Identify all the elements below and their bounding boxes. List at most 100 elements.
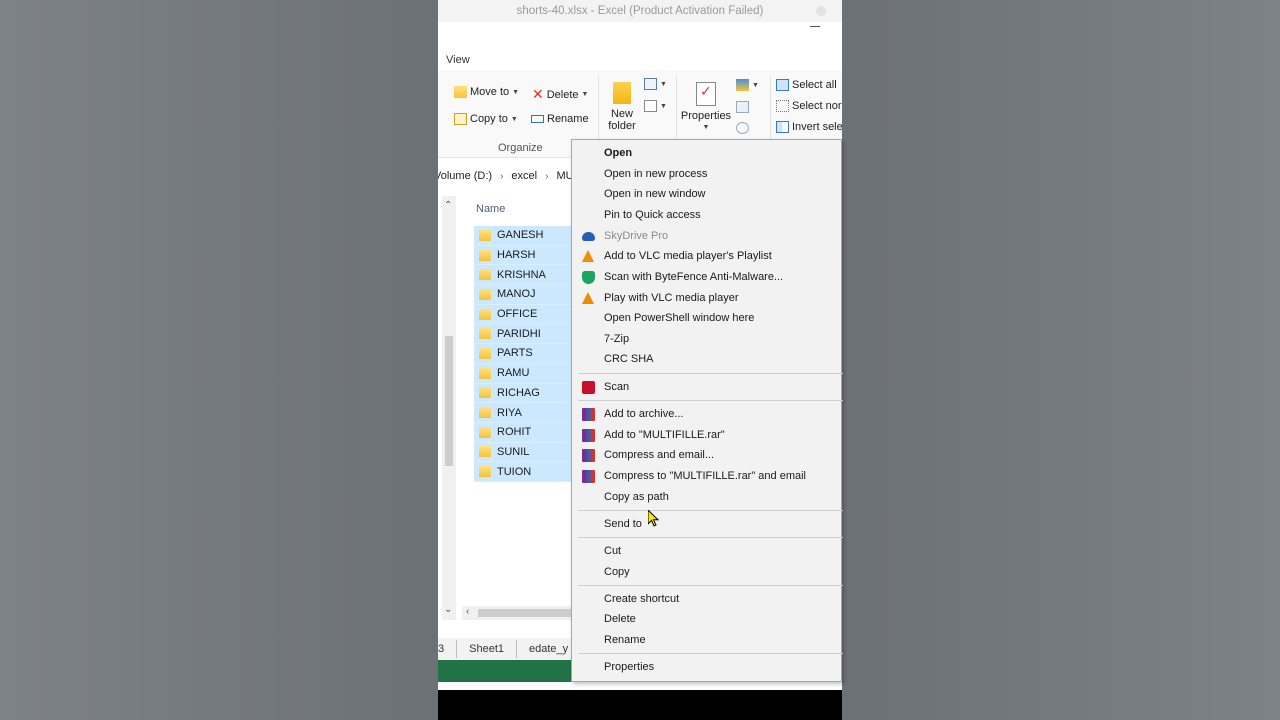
folder-icon (479, 288, 491, 300)
delete-label: Delete (546, 88, 579, 101)
vertical-scrollbar[interactable]: ⌃ ⌄ (442, 196, 456, 620)
window-control-icon[interactable] (816, 6, 826, 16)
menu-item-open[interactable]: Open (572, 143, 843, 163)
menu-item-scan[interactable]: Scan (572, 377, 843, 397)
move-to-button[interactable]: Move to ▼ (454, 86, 519, 98)
chevron-down-icon: ▼ (660, 80, 667, 88)
chevron-down-icon: ▼ (752, 81, 759, 89)
rename-button[interactable]: Rename (531, 113, 589, 125)
letterbox-bar (438, 690, 842, 720)
breadcrumb-volume[interactable]: Volume (D:) (438, 170, 492, 182)
history-icon (736, 122, 749, 134)
menu-item-create-shortcut[interactable]: Create shortcut (572, 589, 843, 609)
shield-icon (582, 271, 595, 284)
select-all-button[interactable]: Select all (776, 79, 837, 91)
folder-name: GANESH (497, 229, 544, 242)
vlc-icon (582, 292, 595, 305)
new-folder-label-2: folder (608, 120, 636, 132)
folder-icon (479, 308, 491, 320)
history-button[interactable] (736, 122, 749, 134)
folder-name: PARIDHI (497, 327, 541, 340)
folder-name: TUION (497, 465, 532, 478)
winrar-icon (582, 429, 595, 442)
select-none-button[interactable]: Select nor (776, 100, 842, 112)
new-item-button[interactable]: ▼ (644, 78, 667, 90)
menu-item-open-new-window[interactable]: Open in new window (572, 184, 843, 204)
folder-name: SUNIL (497, 445, 530, 458)
menu-separator (578, 585, 843, 586)
chevron-down-icon: ▼ (512, 88, 520, 96)
new-folder-button[interactable]: New folder (606, 82, 638, 132)
menu-item-7zip[interactable]: 7-Zip (572, 329, 843, 349)
delete-icon: ✕ (532, 86, 544, 102)
copy-to-label: Copy to (470, 113, 508, 125)
skydrive-label: SkyDrive Pro (604, 230, 669, 242)
breadcrumb-excel[interactable]: excel (511, 170, 537, 182)
folder-name: KRISHNA (497, 268, 546, 281)
folder-icon (479, 466, 491, 478)
scrollbar-thumb[interactable] (445, 336, 453, 466)
folder-icon (479, 229, 491, 241)
menu-item-properties[interactable]: Properties (572, 657, 843, 677)
menu-item-skydrive-pro: SkyDrive Pro (572, 226, 843, 246)
invert-selection-button[interactable]: Invert sele (776, 121, 842, 133)
scan-bytefence-label: Scan with ByteFence Anti-Malware... (604, 271, 784, 283)
menu-item-send-to[interactable]: Send to (572, 514, 843, 534)
properties-button[interactable]: Properties ▼ (680, 82, 732, 134)
folder-icon (613, 82, 631, 104)
menu-item-rename[interactable]: Rename (572, 630, 843, 650)
properties-label: Properties (680, 110, 732, 122)
winrar-icon (582, 470, 595, 483)
select-none-label: Select nor (792, 100, 842, 112)
menu-item-compress-email[interactable]: Compress and email... (572, 445, 843, 465)
chevron-right-icon[interactable]: › (545, 171, 548, 182)
chevron-down-icon: ▼ (581, 91, 589, 98)
move-to-label: Move to (470, 86, 510, 98)
menu-item-copy-as-path[interactable]: Copy as path (572, 487, 843, 507)
menu-item-add-vlc-playlist[interactable]: Add to VLC media player's Playlist (572, 246, 843, 266)
background-right (842, 0, 1280, 720)
scroll-left-icon[interactable]: ‹ (466, 606, 469, 617)
folder-name: RICHAG (497, 386, 540, 399)
rename-label: Rename (547, 113, 589, 125)
add-vlc-playlist-label: Add to VLC media player's Playlist (604, 250, 772, 262)
menu-item-crc-sha[interactable]: CRC SHA (572, 349, 843, 369)
cloud-icon (582, 232, 595, 241)
menu-item-compress-rar-email[interactable]: Compress to "MULTIFILLE.rar" and email (572, 466, 843, 486)
copy-to-icon (454, 113, 467, 125)
invert-selection-label: Invert sele (792, 121, 842, 133)
chevron-right-icon[interactable]: › (500, 171, 503, 182)
sheet-tab-sheet1[interactable]: Sheet1 (457, 640, 517, 658)
copy-to-button[interactable]: Copy to ▼ (454, 113, 518, 125)
scroll-down-icon[interactable]: ⌄ (444, 604, 452, 615)
delete-button[interactable]: ✕ Delete ▼ (532, 86, 588, 103)
minimize-icon[interactable] (810, 26, 820, 27)
menu-item-cut[interactable]: Cut (572, 541, 843, 561)
chevron-down-icon: ▼ (510, 115, 518, 123)
menu-item-delete[interactable]: Delete (572, 609, 843, 629)
folder-name: RIYA (497, 406, 522, 419)
scroll-up-icon[interactable]: ⌃ (444, 200, 452, 211)
easy-access-button[interactable]: ▼ (644, 100, 667, 112)
menu-item-add-to-rar[interactable]: Add to "MULTIFILLE.rar" (572, 425, 843, 445)
menu-item-add-archive[interactable]: Add to archive... (572, 404, 843, 424)
sheet-tab[interactable]: 3 (438, 640, 458, 658)
column-header-name[interactable]: Name (476, 203, 505, 215)
ribbon-tab-view[interactable]: View (446, 54, 470, 66)
play-vlc-label: Play with VLC media player (604, 292, 739, 304)
menu-item-pin-quick-access[interactable]: Pin to Quick access (572, 205, 843, 225)
menu-item-copy[interactable]: Copy (572, 562, 843, 582)
menu-item-open-new-process[interactable]: Open in new process (572, 164, 843, 184)
open-button[interactable]: ▼ (736, 79, 759, 91)
properties-icon (696, 82, 716, 106)
winrar-icon (582, 408, 595, 421)
folder-icon (479, 269, 491, 281)
menu-item-open-powershell[interactable]: Open PowerShell window here (572, 308, 843, 328)
menu-separator (578, 510, 843, 511)
new-item-icon (644, 78, 657, 90)
folder-icon (479, 387, 491, 399)
menu-separator (578, 653, 843, 654)
edit-button[interactable] (736, 101, 749, 113)
menu-item-play-vlc[interactable]: Play with VLC media player (572, 288, 843, 308)
menu-item-scan-bytefence[interactable]: Scan with ByteFence Anti-Malware... (572, 267, 843, 287)
